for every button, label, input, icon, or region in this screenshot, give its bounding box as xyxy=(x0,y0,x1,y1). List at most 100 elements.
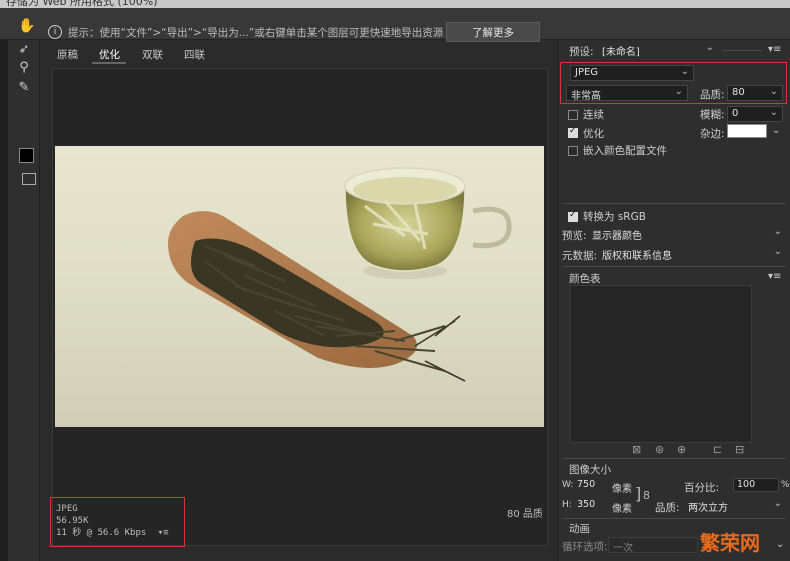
quality-value: 80 xyxy=(732,87,745,98)
chevron-down-icon: ⌄ xyxy=(773,226,782,237)
tool-bar: ➶ ⚲ ✎ xyxy=(8,40,40,561)
format-value: JPEG xyxy=(575,67,599,78)
blur-label: 模糊: xyxy=(700,109,725,121)
tab-2-up[interactable]: 双联 xyxy=(142,47,163,62)
preview-dropdown[interactable]: 显示器颜色 ⌄ xyxy=(588,226,786,242)
height-input[interactable]: 350 xyxy=(574,499,606,513)
convert-srgb-checkbox[interactable] xyxy=(568,210,578,222)
height-unit: 像素 xyxy=(612,504,632,515)
chevron-down-icon: ⌄ xyxy=(680,66,689,77)
hint-bar: i 提示：使用“文件”>“导出”>“导出为...”或右键单击某个图层可更快速地导… xyxy=(0,8,790,42)
watermark-text: 繁荣网 xyxy=(700,531,760,555)
blur-value: 0 xyxy=(732,108,739,119)
loop-dropdown[interactable]: 一次 xyxy=(608,537,698,554)
height-label: H: xyxy=(562,500,572,510)
compression-value: 非常高 xyxy=(571,91,601,102)
embed-profile-label: 嵌入颜色配置文件 xyxy=(583,145,667,157)
resample-value: 两次立方 xyxy=(688,503,728,514)
divider xyxy=(563,458,785,459)
preset-dropdown[interactable]: [未命名] ⌄ xyxy=(598,42,718,58)
metadata-value: 版权和联系信息 xyxy=(602,251,672,262)
divider xyxy=(563,518,785,519)
blur-field[interactable]: 0 ⌄ xyxy=(727,106,783,122)
hand-icon[interactable]: ✋ xyxy=(17,16,37,36)
color-table xyxy=(570,285,752,443)
chevron-down-icon: ⌄ xyxy=(705,42,714,53)
divider xyxy=(722,50,762,51)
progressive-checkbox[interactable] xyxy=(568,110,578,120)
percent-label: 百分比: xyxy=(684,482,720,494)
link-icon[interactable]: 8 xyxy=(643,489,650,502)
optimized-label: 优化 xyxy=(583,128,604,140)
quality-label: 品质: xyxy=(700,89,725,101)
preset-label: 预设: xyxy=(569,46,594,58)
watermark-logo: 繁荣网 xyxy=(700,527,760,556)
quality-field[interactable]: 80 ⌄ xyxy=(727,85,783,101)
color-table-label: 颜色表 xyxy=(569,273,601,285)
metadata-dropdown[interactable]: 版权和联系信息 ⌄ xyxy=(598,246,786,262)
percent-unit: % xyxy=(781,480,790,490)
convert-srgb-label: 转换为 sRGB xyxy=(583,211,646,223)
hint-text: 提示：使用“文件”>“导出”>“导出为...”或右键单击某个图层可更快速地导出资… xyxy=(68,27,444,39)
percent-input[interactable]: 100 xyxy=(733,478,779,492)
color-swatch[interactable] xyxy=(19,148,34,163)
tab-original[interactable]: 原稿 xyxy=(57,47,78,62)
chevron-down-icon: ⌄ xyxy=(769,86,778,97)
metadata-label: 元数据: xyxy=(562,250,598,262)
learn-more-button[interactable]: 了解更多 xyxy=(446,22,540,42)
width-unit: 像素 xyxy=(612,484,632,495)
resample-dropdown[interactable]: 两次立方 ⌄ xyxy=(684,498,786,514)
toggle-slices-icon[interactable] xyxy=(22,173,36,185)
color-table-menu-icon[interactable]: ▾≡ xyxy=(768,271,781,282)
resample-label: 品质: xyxy=(655,502,680,514)
size-readout: 56.95K xyxy=(56,516,89,526)
lock-icon[interactable]: ⊕ xyxy=(677,443,686,456)
width-input[interactable]: 750 xyxy=(574,479,606,493)
tea-photo xyxy=(55,146,544,427)
chevron-down-icon[interactable]: ⌄ xyxy=(772,125,780,136)
chevron-down-icon: ⌄ xyxy=(773,498,782,509)
quality-readout: 80 品质 xyxy=(507,509,543,520)
map-transparent-icon[interactable]: ⊠ xyxy=(632,443,641,456)
chevron-down-icon[interactable]: ⌄ xyxy=(776,539,784,550)
time-readout: 11 秒 @ 56.6 Kbps xyxy=(56,528,147,538)
embed-profile-checkbox[interactable] xyxy=(568,146,578,156)
compression-dropdown[interactable]: 非常高 ⌄ xyxy=(566,85,688,102)
matte-label: 杂边: xyxy=(700,128,725,140)
progressive-label: 连续 xyxy=(583,109,604,121)
speed-menu-icon[interactable]: ▾≡ xyxy=(158,528,169,538)
image-info-panel: JPEG 56.95K 11 秒 @ 56.6 Kbps ▾≡ xyxy=(50,497,185,547)
tab-optimized[interactable]: 优化 xyxy=(99,47,120,62)
image-size-label: 图像大小 xyxy=(569,464,611,476)
preset-value: [未命名] xyxy=(602,47,640,58)
format-readout: JPEG xyxy=(56,504,78,514)
chevron-down-icon: ⌄ xyxy=(769,107,778,118)
constrain-bracket-icon: ] xyxy=(635,484,642,503)
web-shift-icon[interactable]: ⊛ xyxy=(655,443,664,456)
new-color-icon[interactable]: ⊏ xyxy=(713,443,722,456)
divider xyxy=(563,266,785,267)
zoom-icon[interactable]: ⚲ xyxy=(14,58,34,76)
preview-value: 显示器颜色 xyxy=(592,231,642,242)
left-edge xyxy=(0,40,8,561)
slice-select-icon[interactable]: ➶ xyxy=(14,40,34,58)
animation-label: 动画 xyxy=(569,523,590,535)
panel-menu-icon[interactable]: ▾≡ xyxy=(768,44,781,55)
format-dropdown[interactable]: JPEG ⌄ xyxy=(570,65,694,81)
eyedropper-icon[interactable]: ✎ xyxy=(14,78,34,96)
trash-icon[interactable]: ⊟ xyxy=(735,443,744,456)
chevron-down-icon: ⌄ xyxy=(773,246,782,257)
info-icon: i xyxy=(48,25,62,39)
tab-4-up[interactable]: 四联 xyxy=(184,47,205,62)
active-tab-indicator xyxy=(92,62,126,64)
window-title: 存储为 Web 所用格式 (100%) xyxy=(6,0,158,8)
width-label: W: xyxy=(562,480,574,490)
divider xyxy=(563,203,785,204)
loop-value: 一次 xyxy=(613,543,633,554)
preview-label: 预览: xyxy=(562,230,587,242)
matte-color-swatch[interactable] xyxy=(727,124,767,138)
chevron-down-icon: ⌄ xyxy=(674,86,683,97)
optimized-checkbox[interactable] xyxy=(568,126,578,138)
window-title-strip: 存储为 Web 所用格式 (100%) xyxy=(0,0,790,8)
download-time-row: 11 秒 @ 56.6 Kbps ▾≡ xyxy=(56,527,179,539)
